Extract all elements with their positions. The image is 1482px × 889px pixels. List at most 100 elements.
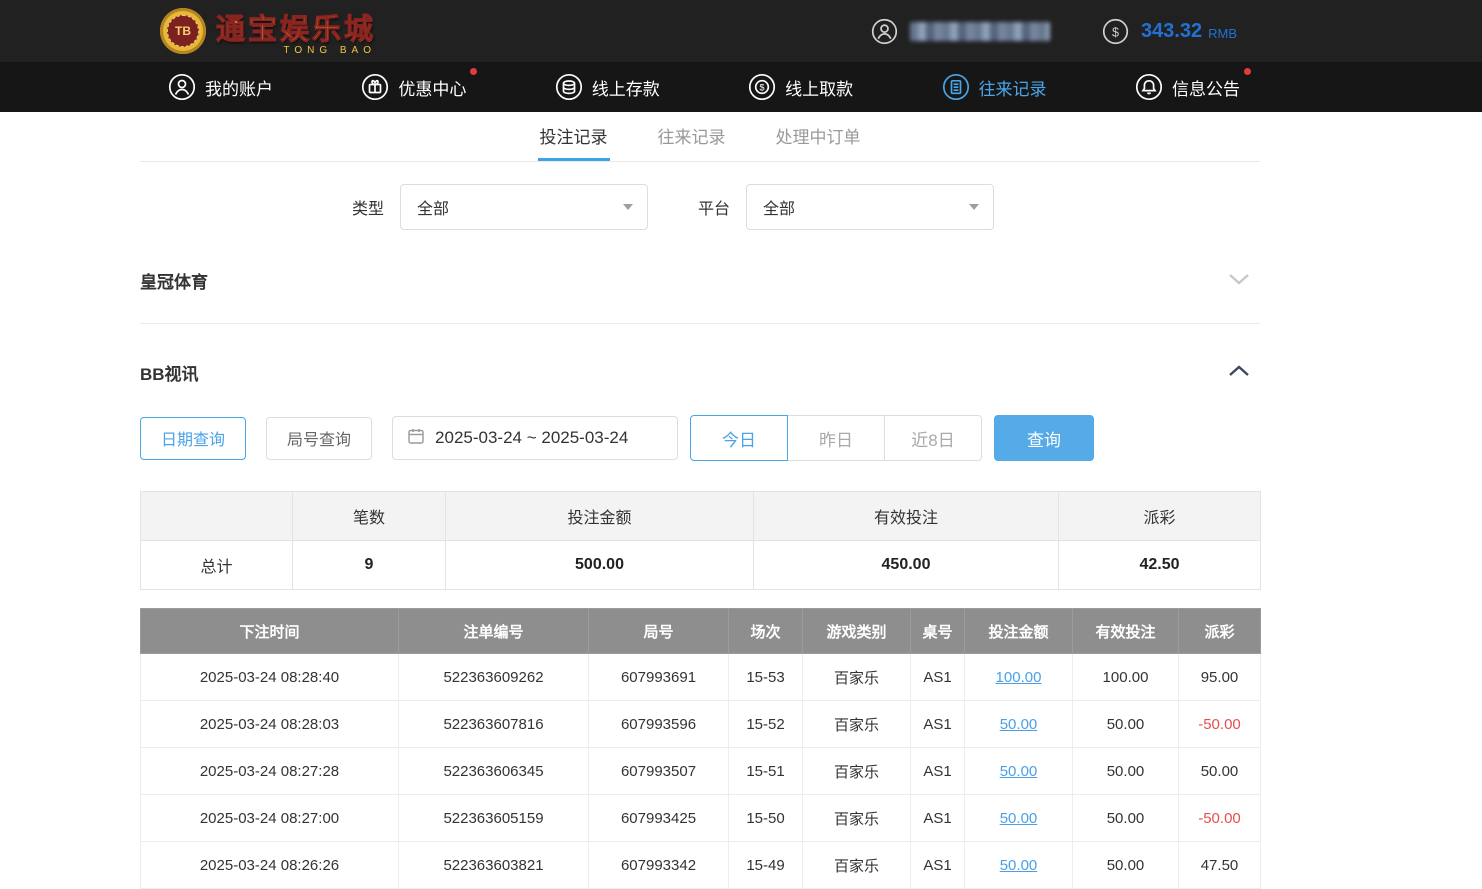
- cell-round-no: 607993691: [589, 654, 729, 701]
- date-range-input[interactable]: 2025-03-24 ~ 2025-03-24: [392, 416, 678, 460]
- nav-label: 我的账户: [205, 75, 273, 100]
- logo-badge: TB: [175, 24, 191, 38]
- balance-amount: 343.32: [1141, 20, 1202, 43]
- top-header: TB 通宝娱乐城 TONG BAO $ 343.32 RMB: [0, 0, 1482, 62]
- cell-game-type: 百家乐: [803, 795, 911, 842]
- cell-valid-bet: 50.00: [1073, 842, 1179, 889]
- search-button[interactable]: 查询: [994, 415, 1094, 461]
- cell-valid-bet: 50.00: [1073, 748, 1179, 795]
- nav-item-my-account[interactable]: 我的账户: [168, 73, 273, 101]
- cell-bet-amount-link[interactable]: 50.00: [965, 748, 1073, 795]
- svg-text:$: $: [760, 83, 765, 93]
- tab-bet-records[interactable]: 投注记录: [538, 112, 610, 161]
- cell-payout: 95.00: [1179, 654, 1261, 701]
- section-title: BB视讯: [140, 360, 199, 385]
- nav-label: 优惠中心: [398, 75, 466, 100]
- cell-session: 15-52: [729, 701, 803, 748]
- col-game-type: 游戏类别: [803, 609, 911, 654]
- svg-text:$: $: [1112, 25, 1119, 39]
- cell-bet-amount-link[interactable]: 50.00: [965, 842, 1073, 889]
- calendar-icon: [407, 427, 425, 450]
- summary-total-valid-bet: 450.00: [754, 541, 1059, 590]
- site-logo[interactable]: TB 通宝娱乐城 TONG BAO: [160, 6, 376, 56]
- cell-session: 15-53: [729, 654, 803, 701]
- logo-coin-icon: TB: [160, 8, 206, 54]
- notification-dot: [470, 68, 477, 75]
- username-redacted: [910, 22, 1050, 41]
- nav-item-online-withdrawal[interactable]: $ 线上取款: [748, 73, 853, 101]
- quick-date-group: 今日 昨日 近8日: [690, 415, 982, 461]
- summary-table: 笔数 投注金额 有效投注 派彩 总计 9 500.00 450.00 42.50: [140, 491, 1261, 590]
- cell-payout: -50.00: [1179, 701, 1261, 748]
- col-session: 场次: [729, 609, 803, 654]
- cell-bet-time: 2025-03-24 08:27:00: [141, 795, 399, 842]
- user-icon[interactable]: [871, 18, 898, 45]
- account-area: $ 343.32 RMB: [871, 18, 1237, 45]
- col-table-no: 桌号: [911, 609, 965, 654]
- platform-select[interactable]: 全部: [746, 184, 994, 230]
- balance-currency: RMB: [1208, 26, 1237, 41]
- cell-round-no: 607993425: [589, 795, 729, 842]
- yesterday-button[interactable]: 昨日: [787, 415, 885, 461]
- cell-valid-bet: 100.00: [1073, 654, 1179, 701]
- document-icon: [942, 73, 970, 101]
- cell-session: 15-50: [729, 795, 803, 842]
- tab-label: 投注记录: [540, 123, 608, 148]
- summary-total-label: 总计: [141, 541, 293, 590]
- table-row: 2025-03-24 08:28:40 522363609262 6079936…: [141, 654, 1261, 701]
- round-query-button[interactable]: 局号查询: [266, 417, 372, 460]
- chevron-down-icon: [623, 204, 633, 210]
- platform-select-value: 全部: [763, 195, 795, 219]
- summary-header-row: 笔数 投注金额 有效投注 派彩: [141, 492, 1261, 541]
- nav-label: 线上取款: [785, 75, 853, 100]
- logo-title: 通宝娱乐城: [216, 6, 376, 48]
- chevron-down-icon: [969, 204, 979, 210]
- chevron-up-icon: [1228, 364, 1250, 382]
- section-crown-sports[interactable]: 皇冠体育: [140, 268, 1260, 293]
- notification-dot: [1244, 68, 1251, 75]
- type-select[interactable]: 全部: [400, 184, 648, 230]
- summary-header-payout: 派彩: [1059, 492, 1261, 541]
- bell-icon: [1135, 73, 1163, 101]
- main-nav: 我的账户 优惠中心 线上存款 $: [0, 62, 1482, 112]
- cell-bet-id: 522363606345: [399, 748, 589, 795]
- cell-table-no: AS1: [911, 654, 965, 701]
- summary-header-bet-amount: 投注金额: [446, 492, 754, 541]
- wallet-dollar-icon[interactable]: $: [1102, 18, 1129, 45]
- nav-label: 往来记录: [979, 75, 1047, 100]
- date-query-button[interactable]: 日期查询: [140, 417, 246, 460]
- cell-table-no: AS1: [911, 795, 965, 842]
- nav-item-promotions[interactable]: 优惠中心: [361, 73, 466, 101]
- col-payout: 派彩: [1179, 609, 1261, 654]
- type-select-value: 全部: [417, 195, 449, 219]
- nav-item-records[interactable]: 往来记录: [942, 73, 1047, 101]
- today-button[interactable]: 今日: [690, 415, 788, 461]
- cell-bet-id: 522363609262: [399, 654, 589, 701]
- last8days-button[interactable]: 近8日: [884, 415, 982, 461]
- summary-total-count: 9: [293, 541, 446, 590]
- cell-bet-amount-link[interactable]: 50.00: [965, 701, 1073, 748]
- nav-item-online-deposit[interactable]: 线上存款: [555, 73, 660, 101]
- cell-bet-amount-link[interactable]: 100.00: [965, 654, 1073, 701]
- chevron-down-icon: [1228, 272, 1250, 290]
- tab-transaction-records[interactable]: 往来记录: [656, 112, 728, 161]
- cell-session: 15-51: [729, 748, 803, 795]
- section-bb-video[interactable]: BB视讯: [140, 360, 1260, 385]
- col-valid-bet: 有效投注: [1073, 609, 1179, 654]
- table-row: 2025-03-24 08:27:00 522363605159 6079934…: [141, 795, 1261, 842]
- cell-valid-bet: 50.00: [1073, 795, 1179, 842]
- gift-icon: [361, 73, 389, 101]
- type-label: 类型: [352, 195, 384, 219]
- nav-item-announcements[interactable]: 信息公告: [1135, 73, 1240, 101]
- cell-round-no: 607993596: [589, 701, 729, 748]
- cell-game-type: 百家乐: [803, 654, 911, 701]
- nav-label: 信息公告: [1172, 75, 1240, 100]
- summary-header-empty: [141, 492, 293, 541]
- tab-label: 往来记录: [658, 123, 726, 148]
- cell-bet-amount-link[interactable]: 50.00: [965, 795, 1073, 842]
- summary-total-row: 总计 9 500.00 450.00 42.50: [141, 541, 1261, 590]
- col-round-no: 局号: [589, 609, 729, 654]
- cell-round-no: 607993342: [589, 842, 729, 889]
- cell-session: 15-49: [729, 842, 803, 889]
- tab-processing-orders[interactable]: 处理中订单: [774, 112, 863, 161]
